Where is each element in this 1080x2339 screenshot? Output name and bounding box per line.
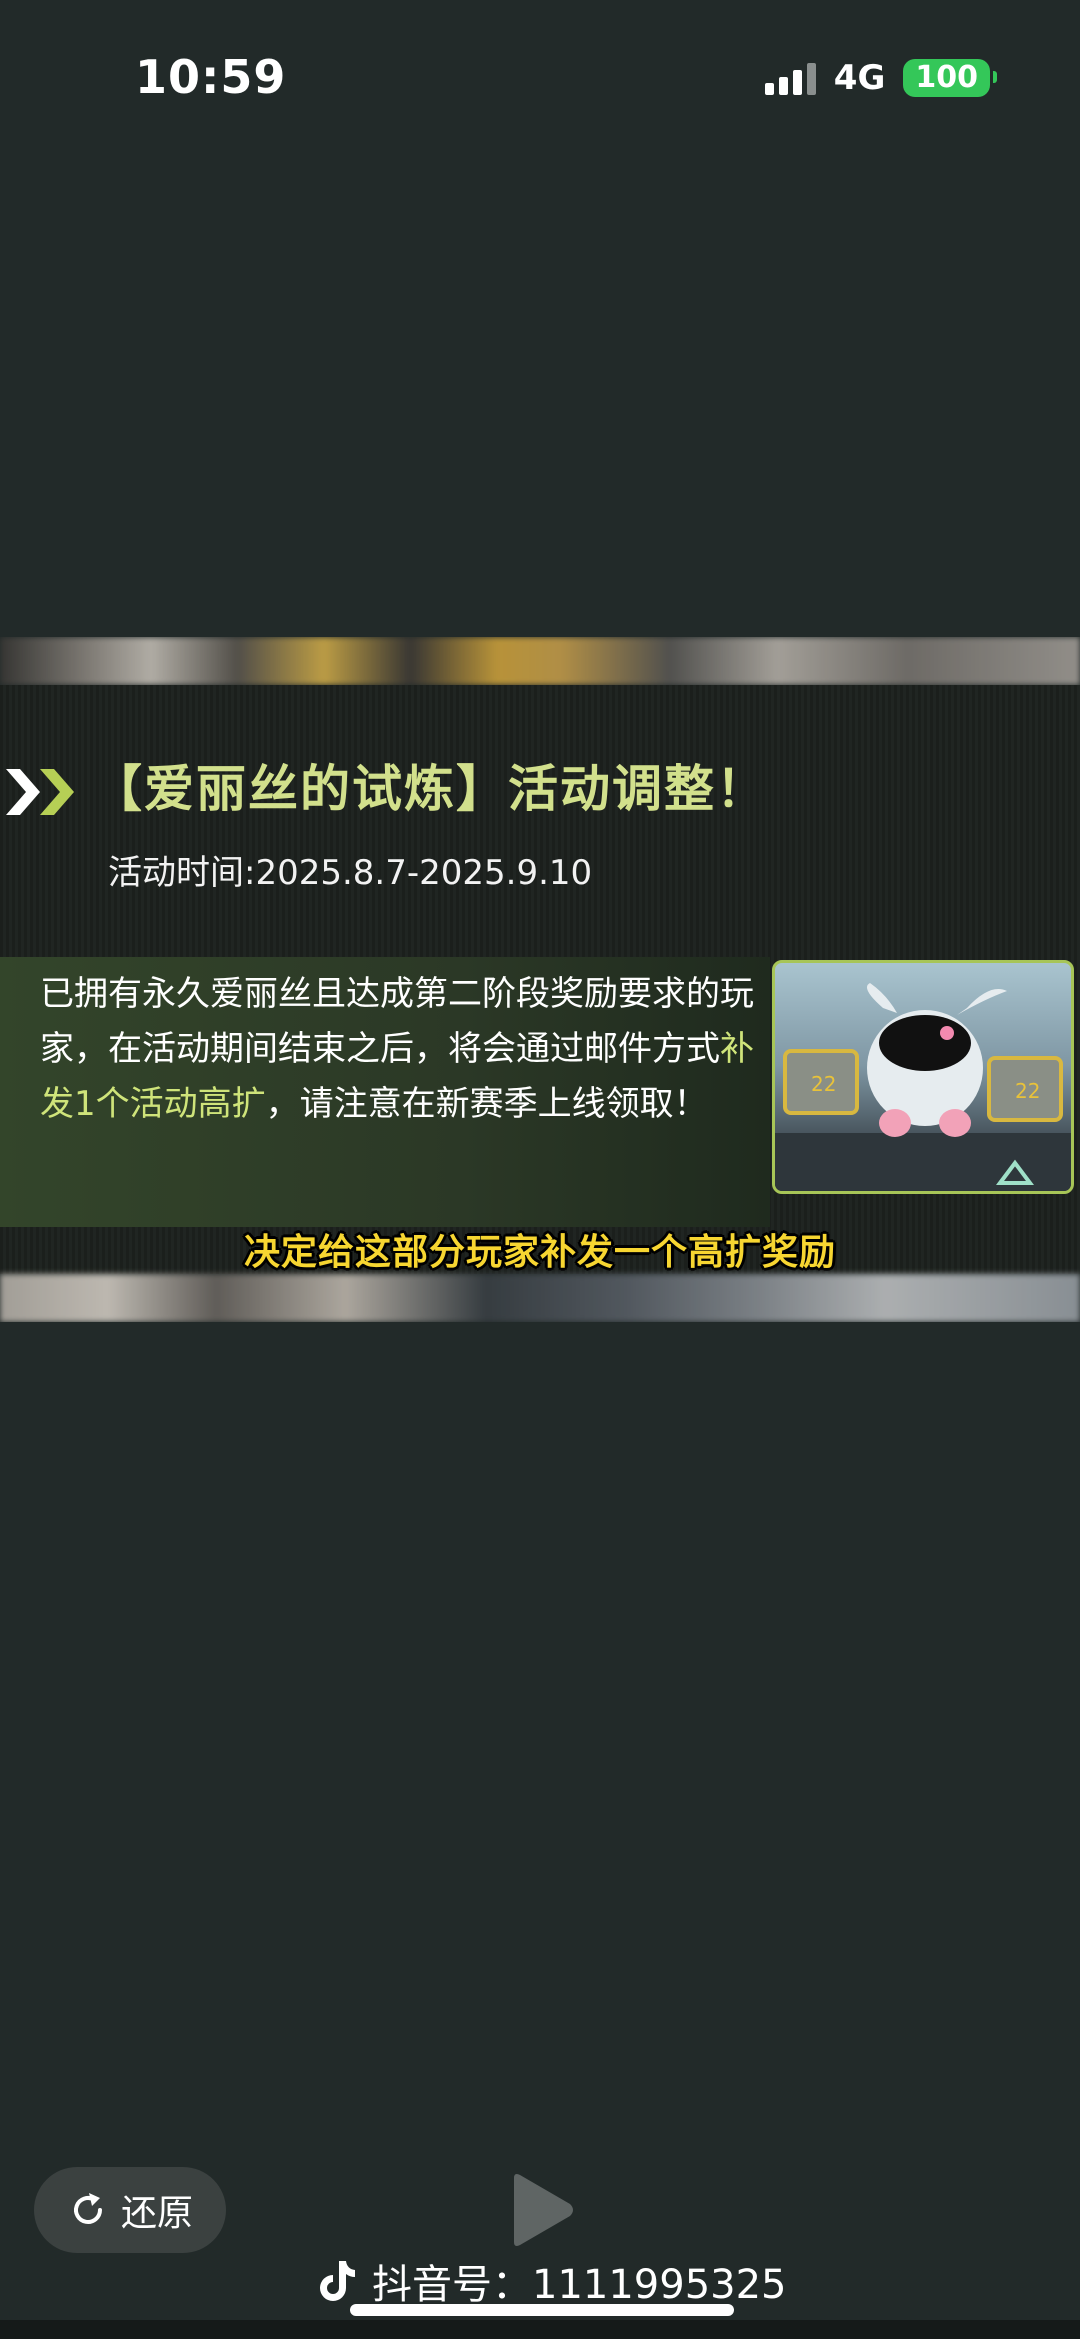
battery-icon: 100: [903, 59, 997, 97]
description-text: 已拥有永久爱丽丝且达成第二阶段奖励要求的玩家，在活动期间结束之后，将会通过邮件方…: [40, 974, 754, 1069]
status-time: 10:59: [135, 50, 287, 104]
status-indicators: 4G 100: [764, 58, 997, 98]
video-frame[interactable]: 【爱丽丝的试炼】活动调整！ 活动时间:2025.8.7-2025.9.10 已拥…: [0, 637, 1080, 1322]
crate-badge-right: 22: [1015, 1079, 1040, 1103]
announcement-panel: 【爱丽丝的试炼】活动调整！ 活动时间:2025.8.7-2025.9.10 已拥…: [0, 685, 1080, 1274]
robot-mascot-illustration: 22 22: [775, 983, 1071, 1191]
network-type: 4G: [833, 58, 886, 98]
douyin-id: 抖音号：1111995325: [372, 2262, 787, 2308]
announcement-description: 已拥有永久爱丽丝且达成第二阶段奖励要求的玩家，在活动期间结束之后，将会通过邮件方…: [40, 967, 760, 1132]
reward-image: 22 22: [772, 960, 1074, 1194]
restore-label: 还原: [120, 2193, 193, 2234]
rotate-icon: [74, 2193, 102, 2224]
double-chevron-icon: [6, 769, 74, 815]
restore-button[interactable]: 还原: [34, 2167, 226, 2253]
play-icon[interactable]: [506, 2172, 576, 2248]
douyin-watermark: 抖音号：1111995325: [318, 2252, 787, 2310]
crate-badge-left: 22: [811, 1072, 836, 1096]
event-time: 活动时间:2025.8.7-2025.9.10: [108, 853, 593, 893]
announcement-title: 【爱丽丝的试炼】活动调整！: [92, 760, 768, 818]
video-subtitle: 决定给这部分玩家补发一个高扩奖励: [243, 1232, 836, 1273]
blurred-banner-bottom: [0, 1274, 1080, 1322]
home-indicator[interactable]: [350, 2304, 734, 2316]
tiktok-logo-icon: [320, 2261, 355, 2301]
battery-level: 100: [915, 60, 978, 95]
description-text-end: ，请注意在新赛季上线领取！: [265, 1084, 708, 1124]
blurred-banner-top: [0, 637, 1080, 685]
signal-icon: [764, 61, 816, 95]
bottom-bar: [0, 2320, 1080, 2339]
